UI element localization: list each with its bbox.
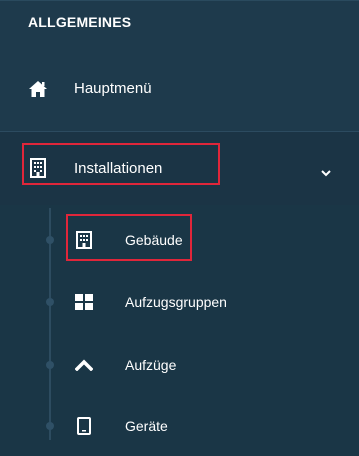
sidebar-item-installationen[interactable]: Installationen	[0, 131, 359, 206]
building-icon	[28, 158, 48, 178]
submenu-item-geraete[interactable]: Geräte	[0, 406, 359, 446]
divider	[0, 0, 359, 1]
grid-icon	[74, 292, 94, 312]
submenu-item-aufzugsgruppen[interactable]: Aufzugsgruppen	[0, 282, 359, 322]
submenu-item-label: Geräte	[125, 418, 168, 434]
home-icon	[28, 79, 48, 99]
sidebar-item-hauptmenu[interactable]: Hauptmenü	[0, 70, 359, 108]
submenu-item-label: Gebäude	[125, 232, 183, 248]
submenu-item-gebaeude[interactable]: Gebäude	[0, 220, 359, 260]
tablet-icon	[74, 416, 94, 436]
submenu-item-label: Aufzüge	[125, 357, 177, 373]
submenu-item-aufzuege[interactable]: Aufzüge	[0, 345, 359, 385]
chevron-down-icon[interactable]	[321, 164, 331, 177]
chevron-up-icon	[74, 355, 94, 375]
building-icon	[74, 230, 94, 250]
sidebar-item-label: Installationen	[74, 160, 163, 177]
sidebar-item-label: Hauptmenü	[74, 80, 152, 97]
sidebar: ALLGEMEINES Hauptmenü Installationen Geb…	[0, 0, 359, 456]
submenu-item-label: Aufzugsgruppen	[125, 294, 227, 310]
section-header: ALLGEMEINES	[28, 14, 132, 30]
